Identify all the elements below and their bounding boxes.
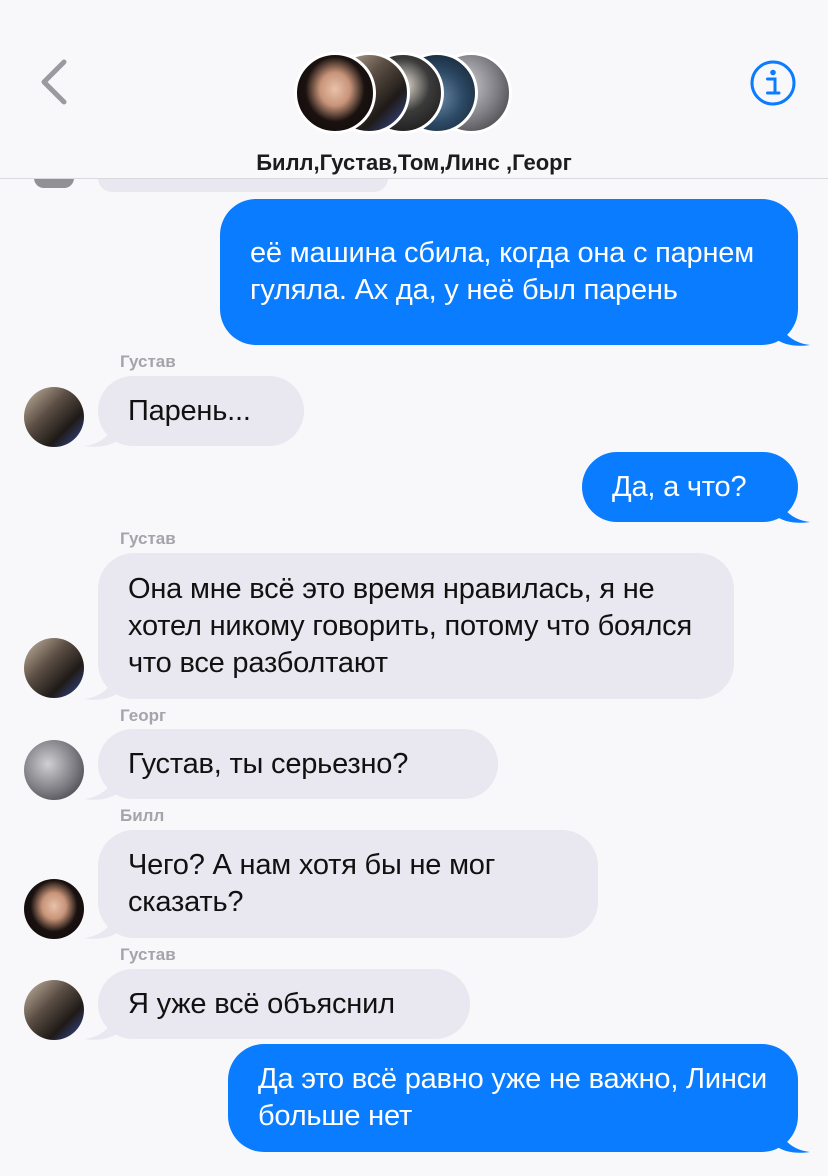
avatar-partial bbox=[34, 178, 74, 188]
message-text: её машина сбила, когда она с парнем гуля… bbox=[250, 237, 754, 306]
avatar-gustav[interactable] bbox=[24, 980, 84, 1040]
avatar-gustav[interactable] bbox=[24, 638, 84, 698]
avatar-bill bbox=[294, 52, 376, 134]
message-bubble-incoming[interactable]: Парень... bbox=[98, 376, 304, 446]
message-text: Густав, ты серьезно? bbox=[128, 747, 409, 780]
sender-name: Густав bbox=[120, 529, 176, 548]
message-bubble-partial bbox=[98, 178, 388, 192]
group-avatars[interactable] bbox=[292, 52, 512, 136]
message-bubble-outgoing[interactable]: её машина сбила, когда она с парнем гуля… bbox=[220, 199, 798, 345]
info-icon bbox=[750, 60, 796, 106]
message-bubble-incoming[interactable]: Она мне всё это время нравилась, я не хо… bbox=[98, 553, 734, 699]
message-text: Да, а что? bbox=[612, 470, 747, 503]
sender-name: Билл bbox=[120, 806, 165, 825]
avatar-georg[interactable] bbox=[24, 740, 84, 800]
bubble-tail bbox=[776, 492, 810, 523]
bubble-tail bbox=[776, 315, 810, 346]
back-button[interactable] bbox=[30, 52, 80, 112]
message-text: Я уже всё объяснил bbox=[128, 987, 395, 1020]
message-bubble-incoming[interactable]: Я уже всё объяснил bbox=[98, 969, 470, 1039]
chat-header: Билл,Густав,Том,Линс ,Георг bbox=[0, 0, 828, 179]
avatar-gustav[interactable] bbox=[24, 387, 84, 447]
sender-name: Георг bbox=[120, 706, 167, 725]
message-text: Да это всё равно уже не важно, Линси бол… bbox=[258, 1063, 767, 1132]
message-bubble-incoming[interactable]: Чего? А нам хотя бы не мог сказать? bbox=[98, 830, 598, 938]
chevron-left-icon bbox=[41, 59, 67, 105]
group-title[interactable]: Билл,Густав,Том,Линс ,Георг bbox=[0, 150, 828, 176]
message-text: Чего? А нам хотя бы не мог сказать? bbox=[128, 849, 496, 918]
message-text: Парень... bbox=[128, 394, 251, 427]
info-button[interactable] bbox=[748, 58, 798, 108]
bubble-tail bbox=[84, 1009, 118, 1040]
sender-name: Густав bbox=[120, 945, 176, 964]
message-text: Она мне всё это время нравилась, я не хо… bbox=[128, 572, 692, 679]
bubble-tail bbox=[84, 416, 118, 447]
avatar-bill[interactable] bbox=[24, 879, 84, 939]
sender-name: Густав bbox=[120, 352, 176, 371]
message-bubble-outgoing[interactable]: Да, а что? bbox=[582, 452, 798, 522]
message-bubble-incoming[interactable]: Густав, ты серьезно? bbox=[98, 729, 498, 799]
bubble-tail bbox=[84, 908, 118, 939]
bubble-tail bbox=[84, 769, 118, 800]
message-bubble-outgoing[interactable]: Да это всё равно уже не важно, Линси бол… bbox=[228, 1044, 798, 1152]
bubble-tail bbox=[776, 1122, 810, 1153]
bubble-tail bbox=[84, 669, 118, 700]
